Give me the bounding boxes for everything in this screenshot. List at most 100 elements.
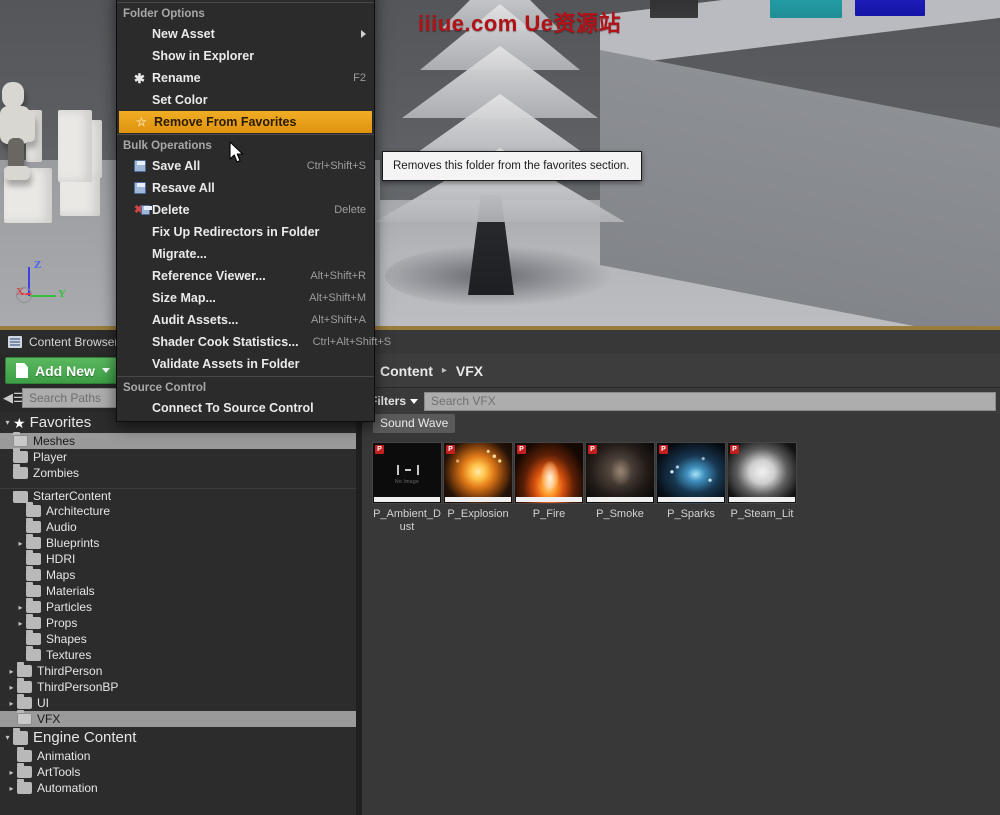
tree-item-shapes[interactable]: Shapes bbox=[0, 631, 356, 647]
chevron-right-icon[interactable]: ▸ bbox=[6, 699, 17, 708]
tree-item-materials[interactable]: Materials bbox=[0, 583, 356, 599]
tree-item-ui[interactable]: ▸ UI bbox=[0, 695, 356, 711]
chevron-expanded-icon[interactable]: ▾ bbox=[2, 733, 13, 742]
menu-item-shortcut: Alt+Shift+R bbox=[310, 270, 366, 282]
tree-item-animation[interactable]: Animation bbox=[0, 748, 356, 764]
menu-item-label: Size Map... bbox=[152, 291, 295, 305]
menu-item-show-in-new-content-browser[interactable]: Show in New Content Browser bbox=[117, 0, 374, 1]
tree-item-vfx[interactable]: VFX bbox=[0, 711, 356, 727]
asset-thumbnail[interactable]: P No Image bbox=[372, 442, 442, 504]
chevron-right-icon[interactable]: ▸ bbox=[15, 603, 26, 612]
menu-item-validate-assets[interactable]: Validate Assets in Folder bbox=[117, 353, 374, 375]
tree-section-engine-content[interactable]: ▾ Engine Content bbox=[0, 727, 356, 748]
menu-item-audit-assets[interactable]: Audit Assets... Alt+Shift+A bbox=[117, 309, 374, 331]
tree-item-hdri[interactable]: HDRI bbox=[0, 551, 356, 567]
menu-item-set-color[interactable]: Set Color bbox=[117, 89, 374, 111]
menu-item-save-all[interactable]: Save All Ctrl+Shift+S bbox=[117, 155, 374, 177]
asset-thumbnail[interactable]: P bbox=[443, 442, 513, 504]
particle-badge-icon: P bbox=[659, 445, 668, 454]
asset-tile[interactable]: P P_Fire bbox=[514, 442, 584, 521]
asset-thumbnail[interactable]: P bbox=[514, 442, 584, 504]
tree-item-meshes[interactable]: Meshes bbox=[0, 433, 356, 449]
tree-item-label: ThirdPersonBP bbox=[37, 680, 118, 694]
menu-item-connect-to-source-control[interactable]: Connect To Source Control bbox=[117, 397, 374, 419]
search-assets-input[interactable]: Search VFX bbox=[424, 392, 996, 411]
folder-icon bbox=[17, 782, 32, 794]
menu-item-delete[interactable]: ✖ Delete Delete bbox=[117, 199, 374, 221]
tree-item-thirdperson[interactable]: ▸ ThirdPerson bbox=[0, 663, 356, 679]
tree-item-zombies[interactable]: Zombies bbox=[0, 465, 356, 481]
menu-item-migrate[interactable]: Migrate... bbox=[117, 243, 374, 265]
tree-item-label: StarterContent bbox=[33, 491, 111, 503]
asset-thumbnail[interactable]: P bbox=[585, 442, 655, 504]
chevron-right-icon[interactable]: ▸ bbox=[6, 784, 17, 793]
tree-item-label: Architecture bbox=[46, 504, 110, 518]
tree-item-maps[interactable]: Maps bbox=[0, 567, 356, 583]
chevron-expanded-icon[interactable]: ▾ bbox=[2, 418, 13, 427]
asset-type-bar bbox=[445, 497, 511, 502]
menu-item-label: Set Color bbox=[152, 93, 366, 107]
collapse-paths-icon[interactable]: ◀☰ bbox=[3, 390, 20, 405]
tree-item-arttools[interactable]: ▸ ArtTools bbox=[0, 764, 356, 780]
menu-item-size-map[interactable]: Size Map... Alt+Shift+M bbox=[117, 287, 374, 309]
menu-item-label: Reference Viewer... bbox=[152, 269, 296, 283]
asset-tile[interactable]: P P_Sparks bbox=[656, 442, 726, 521]
asset-thumbnail[interactable]: P bbox=[656, 442, 726, 504]
menu-section-bulk-operations: Bulk Operations bbox=[117, 136, 374, 155]
tree-item-props[interactable]: ▸ Props bbox=[0, 615, 356, 631]
tree-item-player[interactable]: Player bbox=[0, 449, 356, 465]
tree-item-automation[interactable]: ▸ Automation bbox=[0, 780, 356, 796]
menu-item-fix-up-redirectors[interactable]: Fix Up Redirectors in Folder bbox=[117, 221, 374, 243]
chevron-right-icon[interactable]: ▸ bbox=[6, 683, 17, 692]
menu-item-resave-all[interactable]: Resave All bbox=[117, 177, 374, 199]
viewport-help-icon[interactable]: ? bbox=[16, 287, 32, 303]
menu-item-shortcut: Delete bbox=[334, 204, 366, 216]
tree-item-startercontent[interactable]: StarterContent bbox=[0, 491, 356, 503]
menu-item-remove-from-favorites[interactable]: ☆ Remove From Favorites bbox=[119, 111, 372, 133]
chevron-right-icon[interactable]: ▸ bbox=[6, 667, 17, 676]
chevron-right-icon[interactable]: ▸ bbox=[15, 539, 26, 548]
breadcrumb-vfx[interactable]: VFX bbox=[456, 363, 483, 379]
filters-button[interactable]: Filters bbox=[370, 394, 418, 408]
filter-chip-sound-wave[interactable]: Sound Wave bbox=[373, 414, 455, 433]
menu-item-new-asset[interactable]: New Asset bbox=[117, 23, 374, 45]
tab-content-browser[interactable]: Content Browser bbox=[0, 330, 130, 354]
menu-item-shader-cook-statistics[interactable]: Shader Cook Statistics... Ctrl+Alt+Shift… bbox=[117, 331, 374, 353]
tree-item-thirdpersonbp[interactable]: ▸ ThirdPersonBP bbox=[0, 679, 356, 695]
menu-item-show-in-explorer[interactable]: Show in Explorer bbox=[117, 45, 374, 67]
menu-item-label: Connect To Source Control bbox=[152, 401, 366, 415]
chevron-right-icon[interactable]: ▸ bbox=[6, 768, 17, 777]
folder-icon bbox=[26, 585, 41, 597]
asset-tile[interactable]: P P_Steam_Lit bbox=[727, 442, 797, 521]
folder-icon bbox=[26, 537, 41, 549]
breadcrumb-content[interactable]: Content bbox=[380, 363, 433, 379]
folder-icon bbox=[26, 505, 41, 517]
asset-tile[interactable]: P No Image P_Ambient_Dust bbox=[372, 442, 442, 534]
particle-badge-icon: P bbox=[375, 445, 384, 454]
menu-item-reference-viewer[interactable]: Reference Viewer... Alt+Shift+R bbox=[117, 265, 374, 287]
chevron-right-icon bbox=[361, 30, 366, 38]
folder-context-menu[interactable]: Show in New Content Browser Folder Optio… bbox=[116, 0, 375, 422]
asset-tile[interactable]: P P_Smoke bbox=[585, 442, 655, 521]
filter-bar: Filters Search VFX bbox=[362, 388, 1000, 414]
tree-item-textures[interactable]: Textures bbox=[0, 647, 356, 663]
tree-item-blueprints[interactable]: ▸ Blueprints bbox=[0, 535, 356, 551]
add-new-button[interactable]: Add New bbox=[5, 357, 121, 384]
tree-divider bbox=[0, 488, 356, 489]
menu-item-shortcut: F2 bbox=[353, 72, 366, 84]
tree-item-particles[interactable]: ▸ Particles bbox=[0, 599, 356, 615]
tree-item-audio[interactable]: Audio bbox=[0, 519, 356, 535]
chevron-right-icon[interactable]: ▸ bbox=[15, 619, 26, 628]
menu-item-label: Resave All bbox=[152, 181, 366, 195]
asset-thumbnail[interactable]: P bbox=[727, 442, 797, 504]
asset-grid[interactable]: P No Image P_Ambient_Dust P P_Explosion … bbox=[362, 438, 1000, 815]
asset-tile[interactable]: P P_Explosion bbox=[443, 442, 513, 521]
menu-item-rename[interactable]: ✱ Rename F2 bbox=[117, 67, 374, 89]
folder-tree[interactable]: ▾ ★ Favorites Meshes Player Zombies Star… bbox=[0, 412, 356, 815]
tree-item-architecture[interactable]: Architecture bbox=[0, 503, 356, 519]
asset-label: P_Ambient_Dust bbox=[372, 508, 442, 534]
menu-item-label: Migrate... bbox=[152, 247, 366, 261]
particle-badge-icon: P bbox=[446, 445, 455, 454]
tree-item-label: Materials bbox=[46, 584, 95, 598]
page-icon bbox=[16, 363, 28, 378]
